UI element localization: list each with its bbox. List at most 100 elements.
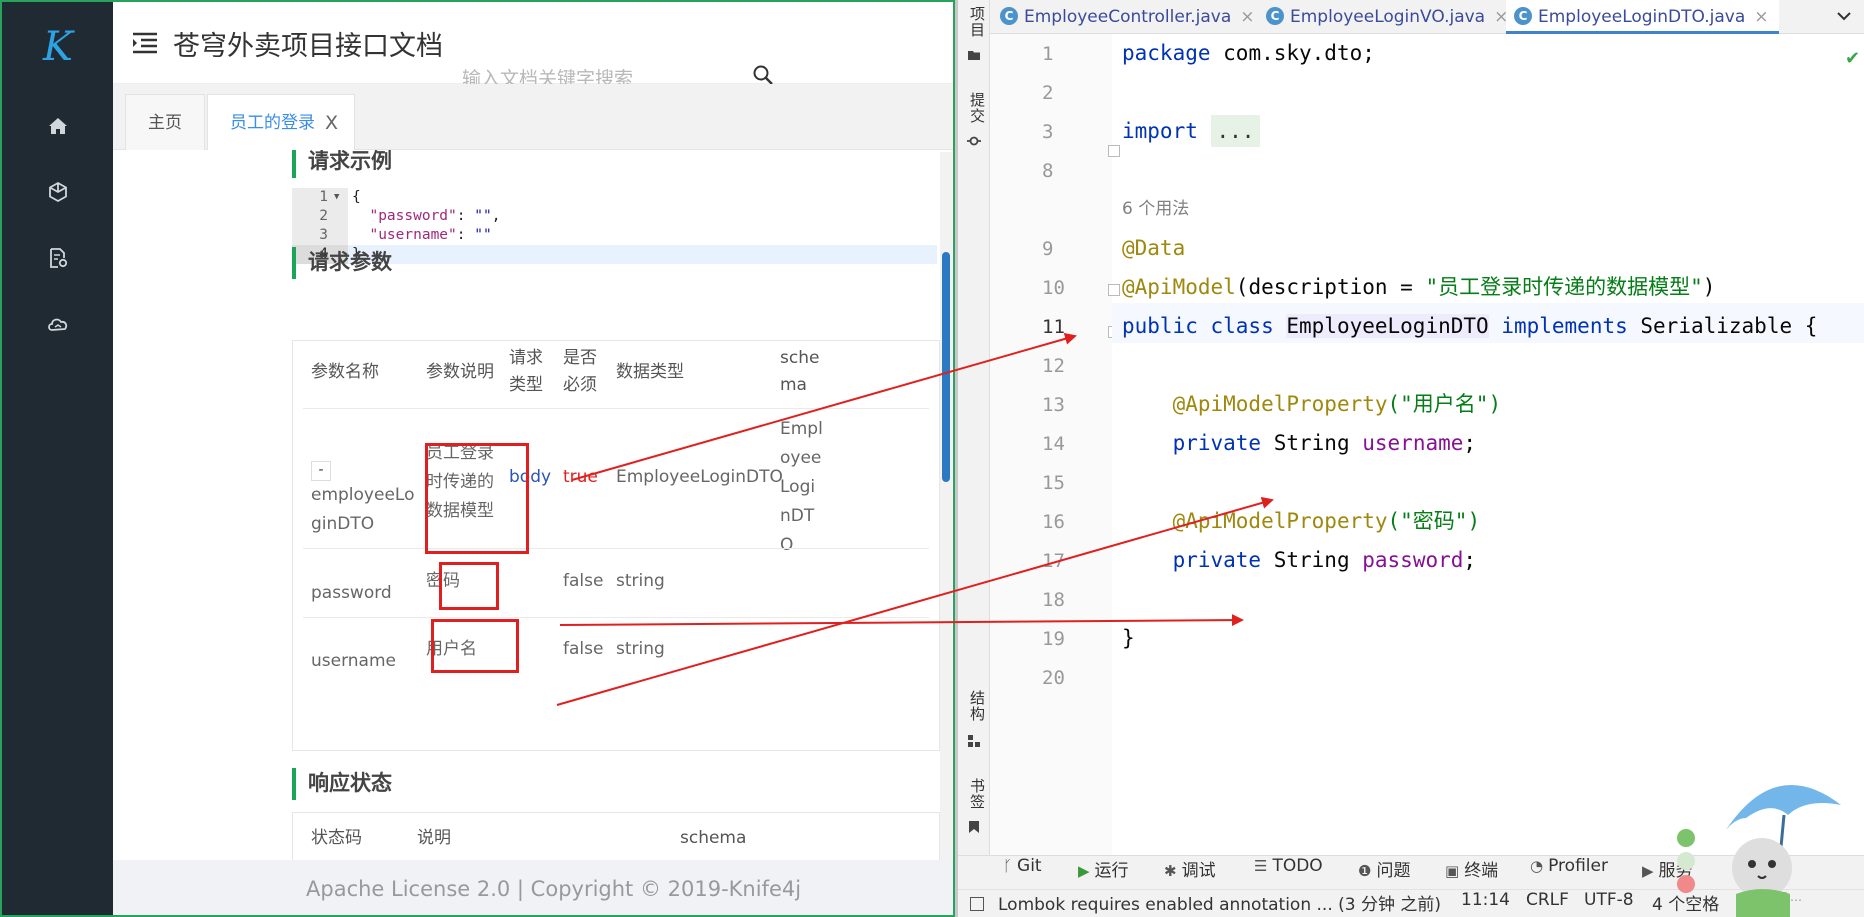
tool-structure[interactable]: 结构 <box>960 690 988 722</box>
cloud-icon[interactable] <box>46 312 70 336</box>
knife4j-doc-window: K 苍穹外卖项目接口文档 主页 员工的登录 X 请求示例 1▼ { <box>0 0 955 917</box>
tab-employee-login-dto[interactable]: C EmployeeLoginDTO.java × <box>1506 0 1779 34</box>
line-number: 12 <box>1042 355 1065 377</box>
doc-scrollbar[interactable] <box>940 152 952 860</box>
code-line: } <box>1122 626 1135 650</box>
col-header: 参数名称 <box>311 362 379 382</box>
request-params-table: 参数名称 参数说明 请求 类型 是否 必须 数据类型 sche ma - emp… <box>292 340 940 751</box>
line-number: 8 <box>1042 160 1054 182</box>
col-header: 数据类型 <box>616 362 684 382</box>
doc-sidebar: K <box>2 2 113 915</box>
status-message[interactable]: Lombok requires enabled annotation ... (… <box>998 890 1441 917</box>
ide-left-tool-strip: 项目 提交 结构 书签 <box>958 0 990 855</box>
col-header: schema <box>680 828 747 848</box>
class-icon: C <box>1266 7 1284 25</box>
tool-bookmarks[interactable]: 书签 <box>960 778 988 810</box>
line-number: 20 <box>1042 667 1065 689</box>
response-status-table: 状态码 说明 schema <box>292 812 940 860</box>
tab-employee-login[interactable]: 员工的登录 X <box>207 94 355 150</box>
doc-content: 请求示例 1 ▼ { 2 "password": "", 3 "username"… <box>113 150 953 860</box>
line-number: 1 <box>1042 43 1054 65</box>
fold-arrow-icon[interactable]: ▼ <box>334 188 339 207</box>
services-icon: ▶ <box>1642 862 1654 880</box>
scroll-thumb[interactable] <box>942 252 950 482</box>
code-line: 2 "password": "", <box>292 207 937 226</box>
close-icon[interactable]: × <box>1240 7 1254 27</box>
line-separator[interactable]: CRLF <box>1526 890 1569 917</box>
terminal-icon: ▣ <box>1445 862 1460 880</box>
section-request-params: 请求参数 <box>292 247 392 279</box>
folded-imports[interactable]: ... <box>1210 115 1261 147</box>
code-line: @ApiModel(description = "员工登录时传递的数据模型") <box>1122 275 1716 299</box>
caret-position[interactable]: 11:14 <box>1461 890 1510 917</box>
knife4j-logo[interactable]: K <box>35 24 81 70</box>
tool-debug[interactable]: ✱ 调试 <box>1164 856 1216 890</box>
doc-title: 苍穹外卖项目接口文档 <box>173 31 443 62</box>
line-number: 14 <box>1042 433 1065 455</box>
tab-employee-login-label: 员工的登录 <box>230 113 315 133</box>
code-editor[interactable]: package com.sky.dto; import ... 6 个用法 @D… <box>1112 34 1864 855</box>
doc-footer: Apache License 2.0 | Copyright © 2019-Kn… <box>113 860 953 915</box>
close-icon[interactable]: × <box>1754 7 1768 27</box>
class-icon: C <box>1000 7 1018 25</box>
tool-git[interactable]: ᚴ Git <box>1003 856 1042 890</box>
param-name: password <box>311 583 392 603</box>
line-number: 2 <box>1042 82 1054 104</box>
doc-settings-icon[interactable] <box>46 246 70 270</box>
menu-toggle-icon[interactable] <box>131 30 159 56</box>
code-line: public class EmployeeLoginDTO implements… <box>1122 314 1818 338</box>
code-line: @ApiModelProperty("用户名") <box>1172 392 1502 416</box>
line-number: 13 <box>1042 394 1065 416</box>
param-required: false <box>563 571 604 591</box>
col-header: 参数说明 <box>426 362 494 382</box>
expand-toggle[interactable]: - <box>311 461 331 481</box>
commit-icon[interactable] <box>967 134 981 148</box>
section-request-example: 请求示例 <box>292 150 392 178</box>
debug-icon: ✱ <box>1164 862 1177 880</box>
editor-tab-bar: C EmployeeController.java × C EmployeeLogin… <box>990 0 1864 34</box>
structure-icon[interactable] <box>967 734 981 748</box>
tab-employee-login-vo[interactable]: C EmployeeLoginVO.java × <box>1266 0 1508 34</box>
mascot-sticker-image <box>1677 785 1841 917</box>
param-name: username <box>311 651 396 671</box>
problems-icon: ❶ <box>1358 862 1372 880</box>
code-line: 3 "username": "" <box>292 226 937 245</box>
status-window-icon[interactable] <box>970 897 984 911</box>
section-response-status: 响应状态 <box>292 768 392 800</box>
highlight-box <box>439 562 499 610</box>
tab-close-icon[interactable]: X <box>325 95 338 151</box>
inspection-ok-icon[interactable]: ✔ <box>1845 48 1860 69</box>
class-icon: C <box>1514 7 1532 25</box>
col-header: 说明 <box>417 828 451 848</box>
search-icon[interactable] <box>752 64 774 86</box>
tab-employee-controller[interactable]: C EmployeeController.java × <box>1000 0 1255 34</box>
code-line: import ... <box>1122 115 1261 147</box>
code-line: @ApiModelProperty("密码") <box>1172 509 1481 533</box>
tool-todo[interactable]: ☰ TODO <box>1254 856 1323 890</box>
model-cube-icon[interactable] <box>46 180 70 204</box>
highlight-box <box>425 443 529 554</box>
param-schema-link[interactable]: Empl oyee Logi nDT O <box>780 415 823 560</box>
code-line: private String password; <box>1172 548 1477 572</box>
ide-window: 项目 提交 结构 书签 C EmployeeController.java × CE… <box>958 0 1864 917</box>
param-type: EmployeeLoginDTO <box>616 467 783 487</box>
line-number: 18 <box>1042 589 1065 611</box>
tool-terminal[interactable]: ▣ 终端 <box>1445 856 1498 890</box>
tool-problems[interactable]: ❶ 问题 <box>1358 856 1410 890</box>
file-encoding[interactable]: UTF-8 <box>1584 890 1634 917</box>
code-line: 1 ▼ { <box>292 188 937 207</box>
profiler-icon: ◔ <box>1530 857 1544 875</box>
bookmark-icon[interactable] <box>967 820 981 834</box>
usages-hint[interactable]: 6 个用法 <box>1122 194 1189 219</box>
tool-commit[interactable]: 提交 <box>960 92 988 124</box>
doc-tab-bar: 主页 员工的登录 X <box>113 84 953 150</box>
col-header: 请求 类型 <box>509 348 543 395</box>
tool-run[interactable]: ▶ 运行 <box>1078 856 1129 890</box>
home-icon[interactable] <box>46 114 70 138</box>
tool-profiler[interactable]: ◔ Profiler <box>1530 856 1608 890</box>
tool-project[interactable]: 项目 <box>960 6 988 38</box>
folder-icon[interactable] <box>967 48 981 62</box>
chevron-down-icon[interactable] <box>1834 4 1854 28</box>
tab-home[interactable]: 主页 <box>125 94 205 150</box>
col-header: 状态码 <box>311 828 362 848</box>
